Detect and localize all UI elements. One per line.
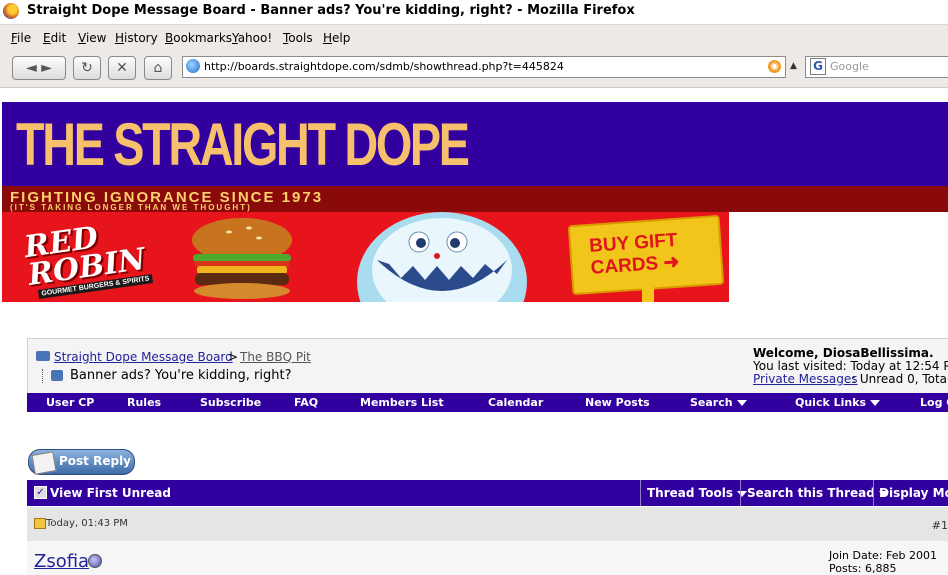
nav-user-cp[interactable]: User CP xyxy=(46,396,94,409)
nav-quick-links[interactable]: Quick Links xyxy=(795,396,881,409)
menu-edit[interactable]: Edit xyxy=(43,31,66,45)
feed-icon[interactable]: ◉ xyxy=(768,60,781,73)
nav-members-list[interactable]: Members List xyxy=(360,396,444,409)
view-first-unread-link[interactable]: View First Unread xyxy=(50,486,171,500)
nav-rules[interactable]: Rules xyxy=(127,396,161,409)
menu-tools[interactable]: Tools xyxy=(283,31,313,45)
search-input[interactable]: Google xyxy=(830,60,869,73)
url-dropdown-icon[interactable]: ▲ xyxy=(790,61,797,71)
post-username-link[interactable]: Zsofia xyxy=(34,551,89,572)
thread-tools-label[interactable]: Thread Tools xyxy=(647,486,733,500)
menu-bar: File Edit View History Bookmarks Yahoo! … xyxy=(0,25,948,49)
user-join-date: Join Date: Feb 2001 xyxy=(829,549,937,562)
home-button[interactable]: ⌂ xyxy=(144,56,172,80)
nav-faq[interactable]: FAQ xyxy=(294,396,318,409)
window-title-bar: Straight Dope Message Board - Banner ads… xyxy=(0,0,948,25)
post-header: Today, 01:43 PM #1 xyxy=(27,507,948,541)
nav-calendar[interactable]: Calendar xyxy=(488,396,543,409)
breadcrumb-forum-link[interactable]: The BBQ Pit xyxy=(240,350,311,364)
search-thread-label[interactable]: Search this Thread xyxy=(747,486,875,500)
site-subtagline: (IT'S TAKING LONGER THAN WE THOUGHT) xyxy=(10,203,252,212)
toolbar-divider xyxy=(640,480,641,506)
menu-file[interactable]: File xyxy=(11,31,31,45)
menu-view[interactable]: View xyxy=(78,31,106,45)
welcome-text: Welcome, DiosaBellissima. xyxy=(753,346,934,360)
stop-button[interactable]: ✕ xyxy=(108,56,136,80)
forum-home-icon[interactable] xyxy=(36,351,50,361)
post-reply-button[interactable]: Post Reply xyxy=(28,449,135,475)
forward-icon[interactable]: ► xyxy=(41,60,52,76)
search-thread-menu[interactable]: Search this Thread xyxy=(747,486,889,500)
toolbar-divider xyxy=(873,480,874,506)
stop-icon: ✕ xyxy=(116,60,128,76)
home-icon: ⌂ xyxy=(153,60,163,76)
nav-subscribe[interactable]: Subscribe xyxy=(200,396,261,409)
search-bar[interactable]: G Google xyxy=(805,56,948,78)
nav-search[interactable]: Search xyxy=(690,396,747,409)
user-post-count: Posts: 6,885 xyxy=(829,562,897,575)
site-banner[interactable]: THE STRAIGHT DOPE FIGHTING IGNORANCE SIN… xyxy=(2,102,948,212)
banner-ad[interactable]: RED ROBIN GOURMET BURGERS & SPIRITS BUY … xyxy=(2,212,729,302)
display-modes-menu[interactable]: Display Modes xyxy=(879,486,948,500)
breadcrumb-home-link[interactable]: Straight Dope Message Board xyxy=(54,350,233,364)
last-visited-text: You last visited: Today at 12:54 PM xyxy=(753,359,948,373)
site-logo[interactable]: THE STRAIGHT DOPE xyxy=(16,106,470,184)
site-globe-icon xyxy=(186,59,200,73)
navigation-toolbar: ◄ ► ↻ ✕ ⌂ http://boards.straightdope.com… xyxy=(0,49,948,88)
url-input[interactable]: http://boards.straightdope.com/sdmb/show… xyxy=(204,60,564,73)
yeti-mascot-image xyxy=(357,212,527,302)
back-forward-button[interactable]: ◄ ► xyxy=(12,56,66,80)
nav-log-out[interactable]: Log Out xyxy=(920,396,948,409)
toolbar-divider xyxy=(740,480,741,506)
chevron-down-icon xyxy=(737,490,747,497)
address-bar[interactable]: http://boards.straightdope.com/sdmb/show… xyxy=(182,56,786,78)
menu-history[interactable]: History xyxy=(115,31,158,45)
nav-quick-links-label[interactable]: Quick Links xyxy=(795,396,866,409)
breadcrumb-separator: > xyxy=(228,350,239,364)
view-first-unread-icon[interactable]: ✓ xyxy=(34,486,47,499)
chevron-down-icon xyxy=(870,400,881,406)
thread-title: Banner ads? You're kidding, right? xyxy=(70,368,292,383)
navbar-box: Straight Dope Message Board > The BBQ Pi… xyxy=(27,338,948,394)
post-reply-label: Post Reply xyxy=(59,454,131,468)
tagline-bar: FIGHTING IGNORANCE SINCE 1973 (IT'S TAKI… xyxy=(2,186,948,212)
post-status-icon xyxy=(34,518,46,529)
sign-post xyxy=(642,284,654,302)
post-reply-icon xyxy=(31,451,57,475)
post-number-link[interactable]: #1 xyxy=(932,519,948,532)
post-date: Today, 01:43 PM xyxy=(46,518,128,529)
burger-image xyxy=(192,218,292,299)
search-engine-icon[interactable]: G xyxy=(810,58,826,75)
nav-search-label[interactable]: Search xyxy=(690,396,733,409)
buy-gift-cards-text: BUY GIFT CARDS ➜ xyxy=(588,229,681,279)
back-icon[interactable]: ◄ xyxy=(26,60,37,76)
thread-tools-menu[interactable]: Thread Tools xyxy=(647,486,747,500)
ad-brand-logo: RED ROBIN GOURMET BURGERS & SPIRITS xyxy=(12,220,153,299)
reload-button[interactable]: ↻ xyxy=(73,56,101,80)
online-status-icon xyxy=(88,554,102,568)
post-user-info: Zsofia Join Date: Feb 2001 Posts: 6,885 xyxy=(27,541,948,575)
menu-help[interactable]: Help xyxy=(323,31,350,45)
private-messages-counts: : Unread 0, Total 0. xyxy=(852,372,948,386)
forum-nav-menu: User CP Rules Subscribe FAQ Members List… xyxy=(27,393,948,412)
firefox-icon xyxy=(3,3,19,19)
nav-new-posts[interactable]: New Posts xyxy=(585,396,650,409)
menu-yahoo[interactable]: Yahoo! xyxy=(232,31,272,45)
menu-bookmarks[interactable]: Bookmarks xyxy=(165,31,232,45)
thread-icon xyxy=(42,369,65,383)
thread-toolbar: ✓ View First Unread Thread Tools Search … xyxy=(27,480,948,506)
reload-icon: ↻ xyxy=(81,60,93,76)
private-messages-link[interactable]: Private Messages xyxy=(753,372,858,386)
chevron-down-icon xyxy=(736,400,747,406)
window-title: Straight Dope Message Board - Banner ads… xyxy=(27,3,635,18)
